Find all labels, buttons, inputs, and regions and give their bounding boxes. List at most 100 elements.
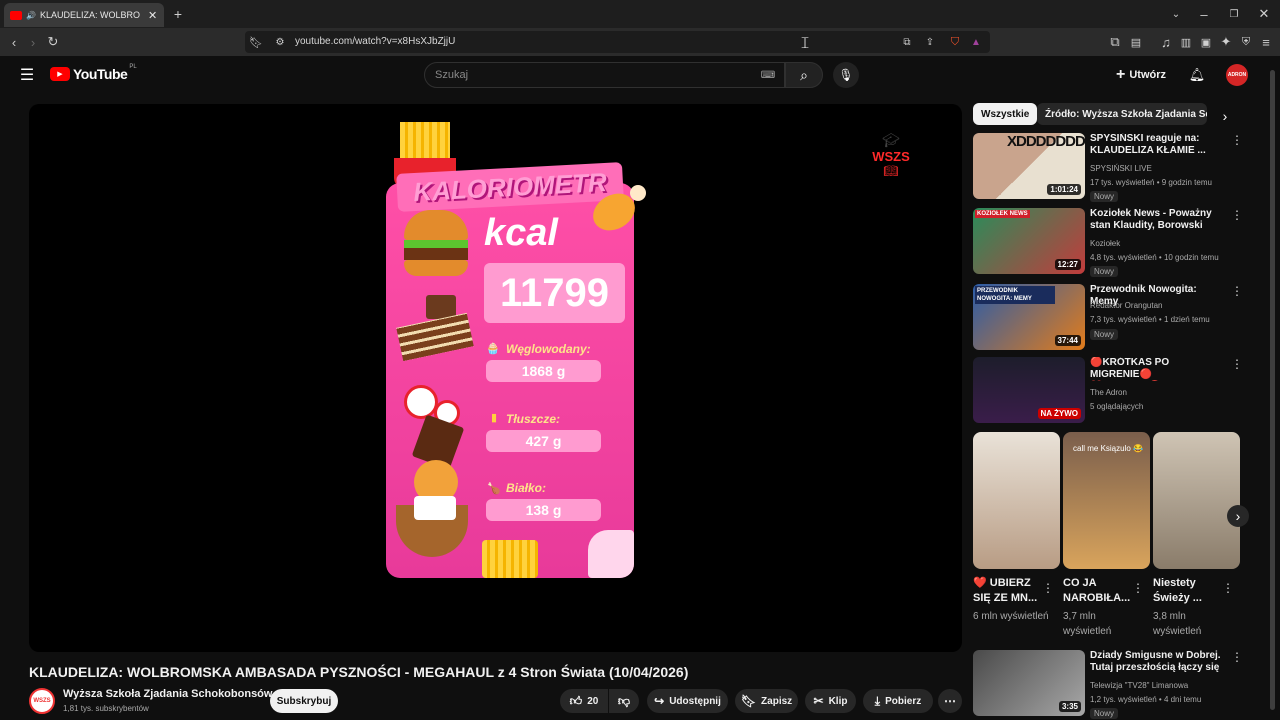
sidebar-icon[interactable]: ▥ bbox=[1178, 33, 1194, 51]
more-vertical-icon[interactable]: ⋮ bbox=[1042, 580, 1054, 596]
more-actions-button[interactable]: ⋯ bbox=[938, 689, 962, 713]
recommendation-meta: 7,3 tys. wyświetleń • 1 dzień temu bbox=[1090, 315, 1210, 324]
short-views: 3,8 mln wyświetleń bbox=[1153, 611, 1202, 637]
recommendation-title[interactable]: 🔴KRÓTKAS PO MIGRENIE🔴 ❤️!wsparcie🔴!donat… bbox=[1090, 357, 1225, 381]
short-thumbnail[interactable] bbox=[973, 432, 1060, 569]
back-icon[interactable]: ‹ bbox=[6, 33, 22, 51]
short-thumbnail[interactable] bbox=[1153, 432, 1240, 569]
wallet-icon[interactable]: ▣ bbox=[1198, 33, 1214, 51]
more-vertical-icon[interactable]: ⋮ bbox=[1132, 580, 1144, 596]
search-input[interactable]: Szukaj ⌨ bbox=[424, 62, 785, 88]
chips-next-chevron-icon[interactable]: › bbox=[1217, 108, 1233, 124]
open-external-icon[interactable]: ⧉ bbox=[900, 33, 914, 51]
save-button[interactable]: 🔖︎ Zapisz bbox=[735, 689, 798, 713]
forward-icon[interactable]: › bbox=[25, 33, 41, 51]
recommendation-item[interactable]: XDDDDDDD 1:01:24 SPYSIŃSKI reaguje na: K… bbox=[973, 133, 1243, 202]
share-icon[interactable]: ⇪ bbox=[923, 33, 937, 51]
recommendation-channel[interactable]: Redaktor Orangutan bbox=[1090, 301, 1163, 310]
leo-ai-icon[interactable]: ✦ bbox=[1218, 33, 1234, 51]
recommendation-title[interactable]: SPYSIŃSKI reaguje na: KLAUDELIZA KŁAMIE … bbox=[1090, 133, 1225, 157]
recommendation-item[interactable]: NA ŻYWO 🔴KRÓTKAS PO MIGRENIE🔴 ❤️!wsparci… bbox=[973, 357, 1243, 425]
kcal-label: kcal bbox=[484, 212, 558, 254]
recommendation-item[interactable]: PRZEWODNIK NOWOGITA: MEMY 37:44 Przewodn… bbox=[973, 284, 1243, 352]
recommendation-channel[interactable]: Telewizja "TV28" Limanowa bbox=[1090, 681, 1188, 690]
recommendation-channel[interactable]: The Adron bbox=[1090, 388, 1127, 397]
subscribe-button[interactable]: Subskrybuj bbox=[270, 689, 338, 713]
youtube-play-icon: ▶ bbox=[50, 67, 70, 81]
notifications-bell-icon[interactable]: 🔔︎ bbox=[1188, 66, 1206, 84]
search-button[interactable]: ⌕ bbox=[785, 62, 823, 88]
short-title[interactable]: CO JA NAROBIŁA... bbox=[1063, 576, 1135, 606]
window-close-icon[interactable]: ✕ bbox=[1256, 5, 1272, 23]
browser-tab[interactable]: 🔊 KLAUDELIZA: WOLBROMSKA ✕ bbox=[4, 3, 164, 27]
vpn-icon[interactable]: ⛨ bbox=[1238, 33, 1254, 51]
recommendation-item[interactable]: KOZIOŁEK NEWS 12:27 Koziołek News - Powa… bbox=[973, 208, 1243, 277]
plus-icon: + bbox=[1116, 66, 1126, 83]
avatar[interactable]: ADRON bbox=[1226, 64, 1248, 86]
chip-source[interactable]: Źródło: Wyższa Szkoła Zjadania Schokobon… bbox=[1037, 103, 1207, 125]
carbs-value: 1868 g bbox=[521, 363, 566, 379]
video-thumbnail[interactable]: NA ŻYWO bbox=[973, 357, 1085, 423]
short-title[interactable]: ❤️ UBIERZ SIĘ ZE MN... bbox=[973, 576, 1045, 606]
tab-list-chevron-icon[interactable]: ⌄ bbox=[1168, 5, 1184, 23]
minimize-icon[interactable]: – bbox=[1196, 5, 1212, 23]
more-vertical-icon[interactable]: ⋮ bbox=[1222, 580, 1234, 596]
shorts-next-button[interactable]: › bbox=[1227, 505, 1249, 527]
youtube-logo[interactable]: ▶ YouTube PL bbox=[50, 64, 137, 82]
recommendation-title[interactable]: Dziady Śmigusne w Dobrej. Tutaj przeszło… bbox=[1090, 650, 1225, 674]
page-scrollbar[interactable] bbox=[1270, 70, 1275, 710]
like-count: 20 bbox=[587, 695, 599, 707]
recommendation-title[interactable]: Koziołek News - Poważny stan Klaudity, B… bbox=[1090, 208, 1225, 232]
download-label: Pobierz bbox=[885, 695, 922, 707]
recommendation-item[interactable]: 3:35 Dziady Śmigusne w Dobrej. Tutaj prz… bbox=[973, 650, 1243, 719]
menu-icon[interactable]: ≡ bbox=[1258, 33, 1274, 51]
bookmark-icon[interactable]: 🔖︎ bbox=[249, 33, 263, 51]
voice-search-button[interactable]: 🎙︎ bbox=[833, 62, 859, 88]
download-button[interactable]: ⤓ Pobierz bbox=[863, 689, 933, 713]
more-vertical-icon[interactable]: ⋮ bbox=[1231, 208, 1243, 222]
like-button[interactable]: 👍︎ 20 bbox=[560, 689, 608, 713]
media-icon[interactable]: ♫ bbox=[1158, 33, 1174, 51]
address-bar[interactable]: 🔖︎ ⚙ youtube.com/watch?v=x8HsXJbZjjU ⧉ ⇪… bbox=[245, 31, 990, 53]
chip-all[interactable]: Wszystkie bbox=[973, 103, 1038, 125]
recommendation-meta: 17 tys. wyświetleń • 9 godzin temu bbox=[1090, 178, 1212, 187]
tab-close-icon[interactable]: ✕ bbox=[148, 9, 157, 22]
fat-label: Tłuszcze: bbox=[506, 412, 561, 426]
maximize-icon[interactable]: ❐ bbox=[1226, 5, 1242, 23]
create-button[interactable]: + Utwórz bbox=[1116, 65, 1174, 85]
new-tab-icon[interactable]: + bbox=[170, 5, 186, 23]
new-badge: Nowy bbox=[1090, 191, 1119, 202]
microphone-icon: 🎙︎ bbox=[838, 68, 854, 82]
more-vertical-icon[interactable]: ⋮ bbox=[1231, 133, 1243, 147]
channel-watermark[interactable]: 🎓︎ WSZS 📖︎ bbox=[867, 132, 915, 192]
short-title[interactable]: Niestety Świeży ... bbox=[1153, 576, 1225, 606]
reader-icon[interactable]: ▤ bbox=[1128, 33, 1144, 51]
url-text[interactable]: youtube.com/watch?v=x8HsXJbZjjU bbox=[295, 36, 455, 47]
site-settings-icon[interactable]: ⚙ bbox=[273, 33, 287, 51]
more-vertical-icon[interactable]: ⋮ bbox=[1231, 357, 1243, 371]
hamburger-menu-icon[interactable]: ☰ bbox=[17, 66, 37, 84]
fat-value: 427 g bbox=[525, 433, 562, 449]
duration-badge: 12:27 bbox=[1054, 259, 1081, 270]
dislike-button[interactable]: 👎︎ bbox=[609, 689, 639, 713]
more-vertical-icon[interactable]: ⋮ bbox=[1231, 284, 1243, 298]
share-button[interactable]: ↪ Udostępnij bbox=[647, 689, 728, 713]
clip-button[interactable]: ✂ Klip bbox=[805, 689, 856, 713]
short-thumbnail[interactable]: call me Ksiązulo 😂 bbox=[1063, 432, 1150, 569]
speaker-icon: 🔊 bbox=[26, 10, 36, 20]
recommendation-channel[interactable]: SPYSIŃSKI LIVE bbox=[1090, 164, 1152, 173]
video-thumbnail[interactable]: KOZIOŁEK NEWS 12:27 bbox=[973, 208, 1085, 274]
video-thumbnail[interactable]: PRZEWODNIK NOWOGITA: MEMY 37:44 bbox=[973, 284, 1085, 350]
keyboard-icon[interactable]: ⌨ bbox=[760, 67, 776, 83]
reload-icon[interactable]: ↻ bbox=[45, 33, 61, 51]
extensions-icon[interactable]: ⧉ bbox=[1107, 33, 1123, 51]
more-vertical-icon[interactable]: ⋮ bbox=[1231, 650, 1243, 664]
channel-name[interactable]: Wyższa Szkoła Zjadania Schokobonsów bbox=[63, 688, 272, 700]
video-thumbnail[interactable]: 3:35 bbox=[973, 650, 1085, 716]
recommendation-channel[interactable]: Koziołek bbox=[1090, 239, 1120, 248]
video-thumbnail[interactable]: XDDDDDDD 1:01:24 bbox=[973, 133, 1085, 199]
brave-shield-icon[interactable]: ⛉ bbox=[948, 33, 962, 51]
channel-avatar[interactable]: WSZS bbox=[29, 688, 55, 714]
recommendation-meta: 1,2 tys. wyświetleń • 4 dni temu bbox=[1090, 695, 1202, 704]
brave-rewards-icon[interactable]: ▲ bbox=[969, 33, 983, 51]
